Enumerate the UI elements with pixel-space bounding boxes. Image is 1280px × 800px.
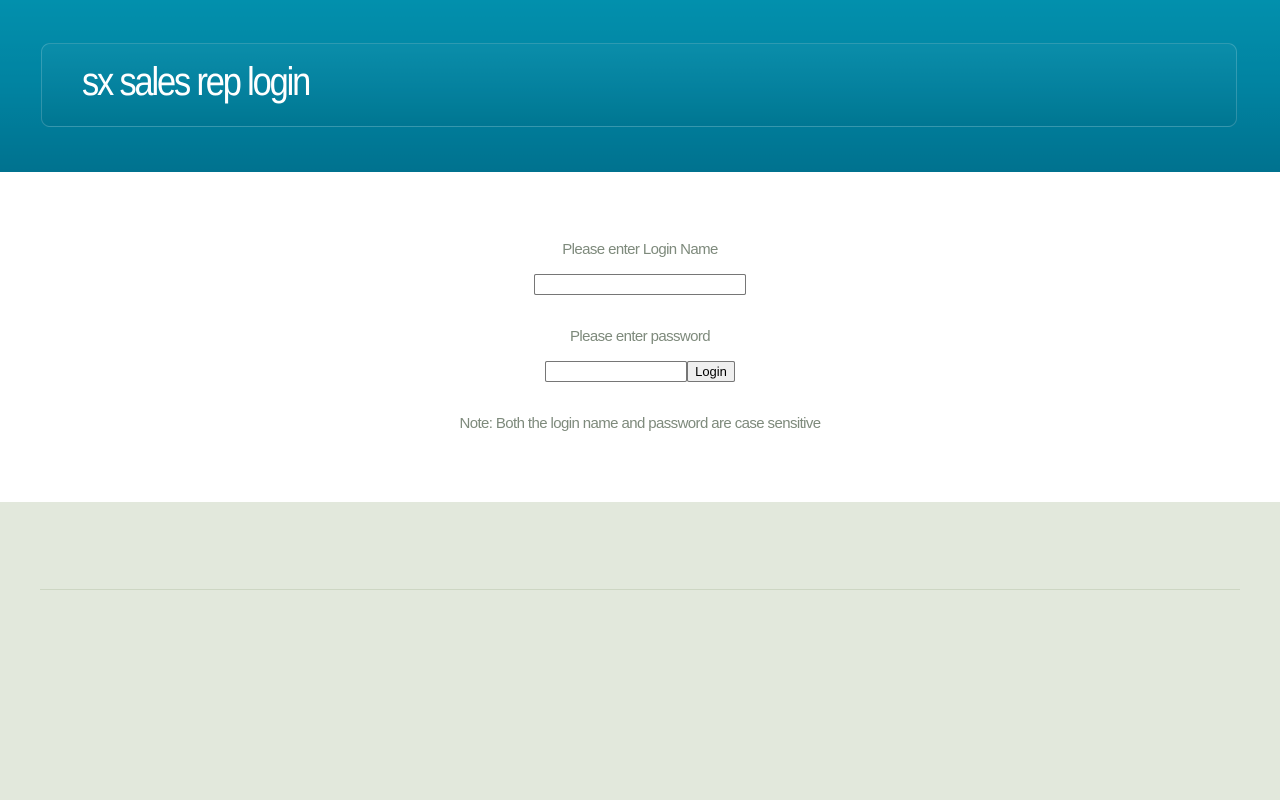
site-header: sx sales rep login — [0, 0, 1280, 172]
case-sensitive-note: Note: Both the login name and password a… — [459, 415, 821, 432]
footer-divider — [40, 589, 1240, 590]
login-button[interactable]: Login — [687, 361, 735, 382]
header-title-box: sx sales rep login — [41, 43, 1237, 127]
page-title: sx sales rep login — [82, 60, 311, 104]
password-input[interactable] — [545, 361, 687, 382]
login-form-area: Please enter Login Name Please enter pas… — [0, 172, 1280, 502]
password-label: Please enter password — [570, 328, 711, 345]
login-name-label: Please enter Login Name — [562, 241, 718, 258]
login-name-input[interactable] — [534, 274, 746, 295]
